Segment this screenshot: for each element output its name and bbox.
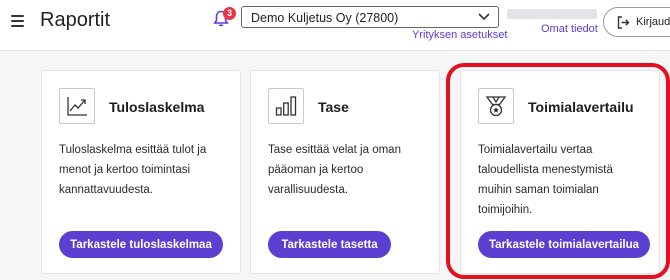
user-name-redacted (507, 9, 597, 19)
card-industry-comparison: Toimialavertailu Toimialavertailu vertaa… (460, 70, 660, 274)
card-description: Tuloslaskelma esittää tulot ja menot ja … (59, 144, 207, 196)
company-settings-link[interactable]: Yrityksen asetukset (412, 29, 507, 41)
chevron-down-icon (478, 13, 490, 21)
top-bar: Raportit 3 Demo Kuljetus Oy (27800) Yrit… (0, 0, 670, 51)
card-title: Tuloslaskelma (109, 99, 205, 115)
notification-badge: 3 (223, 7, 236, 20)
card-balance-sheet: Tase Tase esittää velat ja oman pääoman … (250, 70, 440, 274)
card-income-statement: Tuloslaskelma Tuloslaskelma esittää tulo… (41, 70, 241, 274)
view-industry-comparison-button[interactable]: Tarkastele toimialavertailua (478, 231, 650, 258)
logout-label: Kirjaudu (636, 16, 670, 28)
card-description: Tase esittää velat ja oman pääoman ja ke… (268, 144, 401, 196)
company-select[interactable]: Demo Kuljetus Oy (27800) (241, 6, 499, 28)
card-title: Toimialavertailu (528, 99, 634, 115)
own-info-link[interactable]: Omat tiedot (541, 23, 598, 35)
card-description: Toimialavertailu vertaa taloudellista me… (478, 144, 613, 216)
view-balance-sheet-button[interactable]: Tarkastele tasetta (268, 231, 391, 258)
company-select-value: Demo Kuljetus Oy (27800) (251, 11, 399, 25)
bar-chart-icon (268, 88, 304, 124)
hamburger-menu-icon[interactable] (11, 15, 24, 27)
view-income-statement-button[interactable]: Tarkastele tuloslaskelmaa (59, 231, 223, 258)
card-title: Tase (318, 99, 349, 115)
medal-icon (478, 88, 514, 124)
logout-icon (617, 16, 630, 29)
logout-button[interactable]: Kirjaudu (603, 7, 670, 37)
page-title: Raportit (40, 9, 111, 31)
line-chart-icon (59, 88, 95, 124)
